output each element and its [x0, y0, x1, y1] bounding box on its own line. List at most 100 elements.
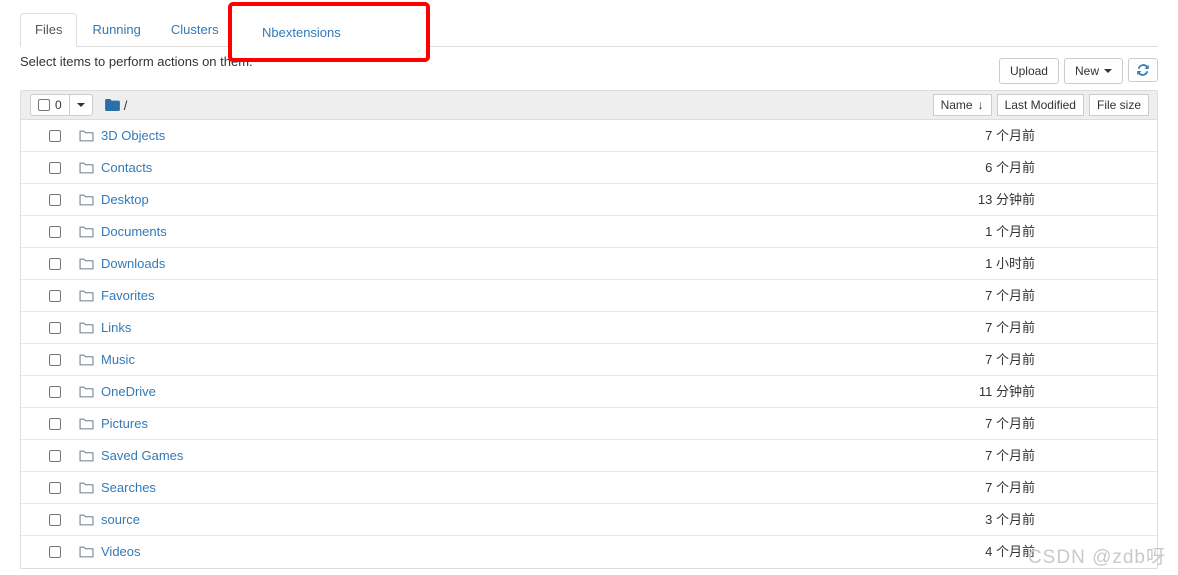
upload-button[interactable]: Upload	[998, 58, 1059, 84]
breadcrumb[interactable]: /	[104, 98, 127, 113]
row-last-modified: 13 分钟前	[977, 191, 1035, 207]
folder-outline-icon	[79, 194, 94, 205]
row-checkbox[interactable]	[49, 513, 61, 526]
file-list-header-left: 0 /	[30, 94, 933, 116]
row-last-modified: 4 个月前	[985, 544, 1035, 559]
tab-clusters[interactable]: Clusters	[156, 13, 234, 47]
table-row[interactable]: Videos 4 个月前	[21, 536, 1157, 568]
checkbox-icon	[38, 99, 50, 111]
file-name-link[interactable]: Downloads	[101, 255, 165, 273]
new-button-label: New	[1074, 64, 1099, 78]
sort-by-name-button[interactable]: Name ↓	[932, 94, 992, 116]
table-row[interactable]: Links 7 个月前	[21, 312, 1157, 344]
select-items-hint: Select items to perform actions on them.	[20, 54, 253, 69]
row-left: Videos	[30, 543, 877, 561]
folder-outline-icon	[79, 354, 94, 365]
folder-outline-icon	[79, 514, 94, 525]
row-left: Saved Games	[30, 447, 877, 465]
folder-outline-icon	[79, 450, 94, 461]
table-row[interactable]: Saved Games 7 个月前	[21, 440, 1157, 472]
sort-name-label: Name	[940, 97, 973, 112]
table-row[interactable]: Documents 1 个月前	[21, 216, 1157, 248]
table-row[interactable]: Pictures 7 个月前	[21, 408, 1157, 440]
row-left: 3D Objects	[30, 127, 877, 145]
row-last-modified: 7 个月前	[985, 479, 1035, 495]
row-left: Contacts	[30, 159, 877, 177]
file-list: 0 / Name ↓ Last Modified File size 3D Ob…	[20, 90, 1158, 569]
row-checkbox[interactable]	[49, 353, 61, 366]
tab-bar: Files Running Clusters	[20, 13, 1158, 47]
row-last-modified: 7 个月前	[985, 351, 1035, 367]
sort-descending-arrow-icon: ↓	[977, 98, 984, 112]
folder-filled-icon	[104, 99, 120, 111]
row-checkbox[interactable]	[49, 289, 61, 302]
file-name-link[interactable]: Contacts	[101, 159, 152, 177]
file-name-link[interactable]: Pictures	[101, 415, 148, 433]
file-name-link[interactable]: 3D Objects	[101, 127, 165, 145]
row-last-modified: 3 个月前	[985, 511, 1035, 527]
sort-by-size-button[interactable]: File size	[1088, 94, 1149, 116]
row-left: Searches	[30, 479, 877, 497]
table-row[interactable]: Music 7 个月前	[21, 344, 1157, 376]
table-row[interactable]: Desktop 13 分钟前	[21, 184, 1157, 216]
refresh-button[interactable]	[1128, 58, 1158, 82]
folder-outline-icon	[79, 546, 94, 558]
table-row[interactable]: Downloads 1 小时前	[21, 248, 1157, 280]
file-name-link[interactable]: Searches	[101, 479, 156, 497]
file-name-link[interactable]: Documents	[101, 223, 167, 241]
row-last-modified: 7 个月前	[985, 287, 1035, 303]
row-checkbox[interactable]	[49, 546, 61, 558]
row-checkbox[interactable]	[49, 481, 61, 494]
row-left: Desktop	[30, 191, 877, 209]
row-left: OneDrive	[30, 383, 877, 401]
select-all-button[interactable]: 0	[30, 94, 70, 116]
tab-running[interactable]: Running	[77, 13, 155, 47]
file-list-header: 0 / Name ↓ Last Modified File size	[21, 91, 1157, 120]
file-name-link[interactable]: source	[101, 511, 140, 529]
table-row[interactable]: source 3 个月前	[21, 504, 1157, 536]
row-checkbox[interactable]	[49, 449, 61, 462]
file-name-link[interactable]: Videos	[101, 543, 141, 561]
tab-list: Files Running Clusters	[20, 13, 1158, 47]
chevron-down-icon	[1104, 69, 1112, 73]
folder-outline-icon	[79, 290, 94, 301]
row-last-modified: 1 小时前	[985, 255, 1035, 271]
row-last-modified: 7 个月前	[985, 127, 1035, 143]
refresh-icon	[1137, 64, 1149, 76]
row-last-modified: 6 个月前	[985, 159, 1035, 175]
row-checkbox[interactable]	[49, 161, 61, 174]
row-checkbox[interactable]	[49, 417, 61, 430]
table-row[interactable]: Favorites 7 个月前	[21, 280, 1157, 312]
row-last-modified: 11 分钟前	[978, 383, 1035, 399]
file-list-body: 3D Objects 7 个月前 Contacts 6 个月前 Desktop 13 分钟…	[21, 120, 1157, 568]
row-left: Music	[30, 351, 877, 369]
folder-outline-icon	[79, 258, 94, 269]
toolbar-actions: Upload New	[998, 58, 1158, 84]
tab-files[interactable]: Files	[20, 13, 78, 47]
file-name-link[interactable]: Music	[101, 351, 135, 369]
table-row[interactable]: 3D Objects 7 个月前	[21, 120, 1157, 152]
row-checkbox[interactable]	[49, 385, 61, 398]
row-left: Documents	[30, 223, 877, 241]
sort-by-modified-button[interactable]: Last Modified	[996, 94, 1084, 116]
file-name-link[interactable]: Saved Games	[101, 447, 183, 465]
file-name-link[interactable]: Desktop	[101, 191, 149, 209]
row-checkbox[interactable]	[49, 321, 61, 334]
row-checkbox[interactable]	[49, 193, 61, 206]
table-row[interactable]: Contacts 6 个月前	[21, 152, 1157, 184]
row-last-modified: 7 个月前	[985, 415, 1035, 431]
select-dropdown-button[interactable]	[68, 94, 93, 116]
row-checkbox[interactable]	[49, 225, 61, 238]
table-row[interactable]: OneDrive 11 分钟前	[21, 376, 1157, 408]
folder-outline-icon	[79, 386, 94, 397]
new-button[interactable]: New	[1063, 58, 1123, 84]
file-name-link[interactable]: OneDrive	[101, 383, 156, 401]
file-name-link[interactable]: Links	[101, 319, 131, 337]
selected-count: 0	[55, 97, 62, 112]
table-row[interactable]: Searches 7 个月前	[21, 472, 1157, 504]
row-checkbox[interactable]	[49, 129, 61, 142]
file-name-link[interactable]: Favorites	[101, 287, 154, 305]
row-checkbox[interactable]	[49, 257, 61, 270]
select-controls: 0	[30, 94, 93, 116]
tab-nbextensions[interactable]: Nbextensions	[262, 24, 341, 42]
